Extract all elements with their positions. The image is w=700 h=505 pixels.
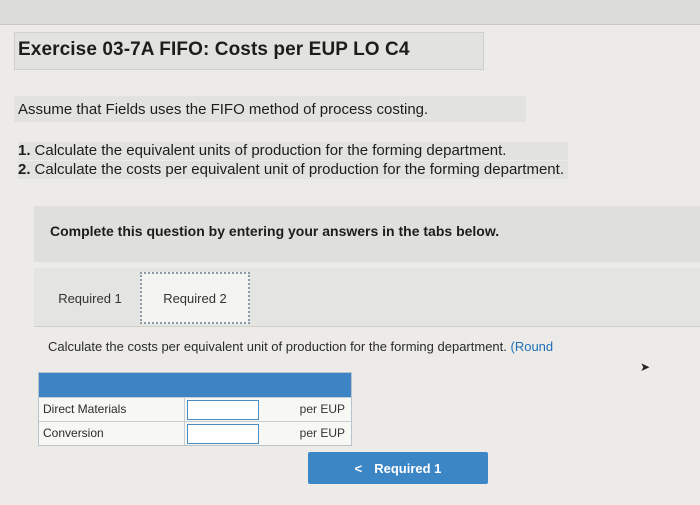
question-prompt: Calculate the costs per equivalent unit …	[48, 339, 553, 354]
exercise-title: Exercise 03-7A FIFO: Costs per EUP LO C4	[18, 39, 410, 60]
unit-label: per EUP	[299, 402, 345, 416]
step-item: 2. Calculate the costs per equivalent un…	[18, 161, 568, 179]
step-number: 1.	[18, 142, 31, 159]
direct-materials-input[interactable]	[187, 400, 259, 420]
step-number: 2.	[18, 161, 31, 178]
prompt-text: Calculate the costs per equivalent unit …	[48, 339, 507, 354]
steps-list: 1. Calculate the equivalent units of pro…	[18, 142, 568, 180]
back-to-required-1-button[interactable]: < Required 1	[308, 452, 488, 484]
tab-required-2[interactable]: Required 2	[140, 272, 250, 324]
step-text: Calculate the costs per equivalent unit …	[34, 161, 564, 178]
table-row: Direct Materials per EUP	[39, 397, 351, 421]
table-header	[39, 373, 351, 397]
row-label-direct-materials: Direct Materials	[39, 398, 185, 421]
round-note: (Round	[510, 339, 554, 354]
step-item: 1. Calculate the equivalent units of pro…	[18, 142, 568, 160]
mouse-cursor-icon: ➤	[640, 360, 651, 374]
button-label: Required 1	[374, 460, 442, 476]
conversion-input[interactable]	[187, 424, 259, 444]
instruction-text: Complete this question by entering your …	[50, 223, 500, 239]
row-label-conversion: Conversion	[39, 422, 185, 445]
unit-label: per EUP	[299, 426, 345, 440]
step-text: Calculate the equivalent units of produc…	[34, 142, 507, 159]
tab-required-1[interactable]: Required 1	[40, 272, 140, 324]
assume-text: Assume that Fields uses the FIFO method …	[18, 101, 429, 118]
chevron-left-icon: <	[354, 460, 363, 476]
cost-per-eup-table: Direct Materials per EUP Conversion per …	[38, 372, 352, 446]
table-row: Conversion per EUP	[39, 421, 351, 445]
top-strip	[0, 0, 700, 25]
